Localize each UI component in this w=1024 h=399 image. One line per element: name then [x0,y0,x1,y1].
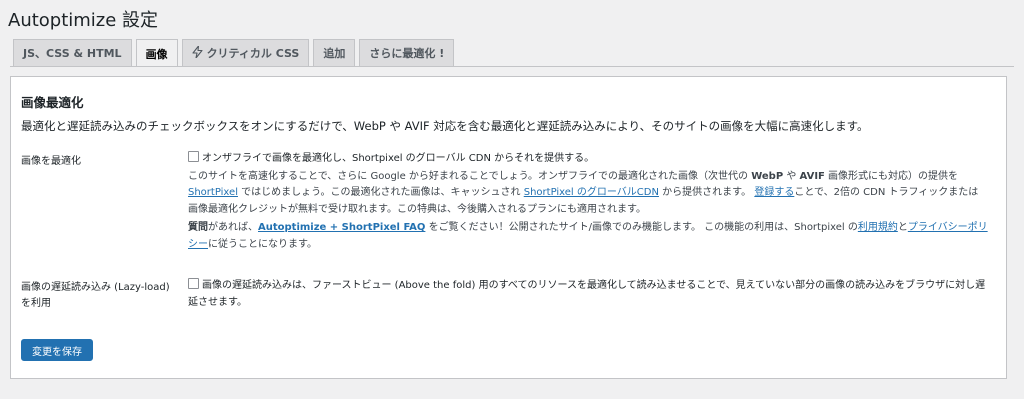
lazy-load-text: 画像の遅延読み込みは、ファーストビュー (Above the fold) 用のす… [188,280,986,308]
optimize-checkbox-row[interactable]: オンザフライで画像を最適化し、Shortpixel のグローバル CDN からそ… [188,151,988,168]
optimize-images-field: オンザフライで画像を最適化し、Shortpixel のグローバル CDN からそ… [188,151,988,253]
tab-label: クリティカル CSS [206,47,300,60]
section-intro: 最適化と遅延読み込みのチェックボックスをオンにするだけで、WebP や AVIF… [21,119,869,133]
desc-text: から提供されます。 [658,187,752,198]
desc-webp: WebP [751,170,784,182]
terms-link[interactable]: 利用規約 [858,222,898,233]
register-link[interactable]: 登録する [754,187,794,198]
faq-text: をご覧ください！公開されたサイト/画像でのみ機能します。 この機能の利用は、Sh… [425,222,858,233]
lazy-load-label: 画像の遅延読み込み (Lazy-load) を利用 [21,282,170,309]
desc-text: 画像形式にも対応）の提供を [824,170,959,182]
faq-text: に従うことになります。 [208,238,317,250]
desc-text: や [783,170,800,182]
lightning-icon [192,44,203,61]
tab-critical-css[interactable]: クリティカル CSS [181,39,310,66]
section-title: 画像最適化 [21,95,84,110]
optimize-description: このサイトを高速化することで、さらに Google から好まれることでしょう。オ… [188,169,988,219]
optimize-images-label: 画像を最適化 [21,156,81,167]
save-button[interactable]: 変更を保存 [21,339,93,361]
faq-bold: 質問 [188,222,208,233]
tab-label: JS、CSS & HTML [23,47,122,60]
tab-label: 追加 [323,47,346,60]
page-title: Autoptimize 設定 [8,10,159,31]
tab-divider [10,66,1014,67]
faq-link[interactable]: Autoptimize + ShortPixel FAQ [258,222,425,233]
lazy-load-checkbox[interactable] [188,278,199,289]
tab-images[interactable]: 画像 [135,39,178,67]
optimize-images-checkbox[interactable] [188,151,199,162]
lazy-load-field[interactable]: 画像の遅延読み込みは、ファーストビュー (Above the fold) 用のす… [188,278,988,311]
tab-extra[interactable]: 追加 [313,39,356,66]
faq-text: があれば、 [208,222,258,233]
tab-js-css-html[interactable]: JS、CSS & HTML [13,39,132,66]
desc-avif: AVIF [799,170,825,182]
desc-text: このサイトを高速化することで、さらに Google から好まれることでしょう。オ… [188,170,752,182]
tab-label: 画像 [145,47,168,61]
shortpixel-link[interactable]: ShortPixel [188,187,238,198]
faq-text: と [897,222,908,233]
optimize-checkbox-text: オンザフライで画像を最適化し、Shortpixel のグローバル CDN からそ… [202,153,595,164]
shortpixel-cdn-link[interactable]: ShortPixel のグローバルCDN [524,187,659,198]
faq-note: 質問があれば、Autoptimize + ShortPixel FAQ をご覧く… [188,220,988,253]
tab-optimize-more[interactable]: さらに最適化 ! [359,39,455,66]
desc-text: ではじめましょう。この最適化された画像は、キャッシュされ [237,187,524,198]
tab-label: さらに最適化 ! [369,47,445,60]
tab-bar: JS、CSS & HTML 画像 クリティカル CSS 追加 さらに最適化 ! [13,39,455,67]
settings-panel: 画像最適化 最適化と遅延読み込みのチェックボックスをオンにするだけで、WebP … [10,76,1007,379]
